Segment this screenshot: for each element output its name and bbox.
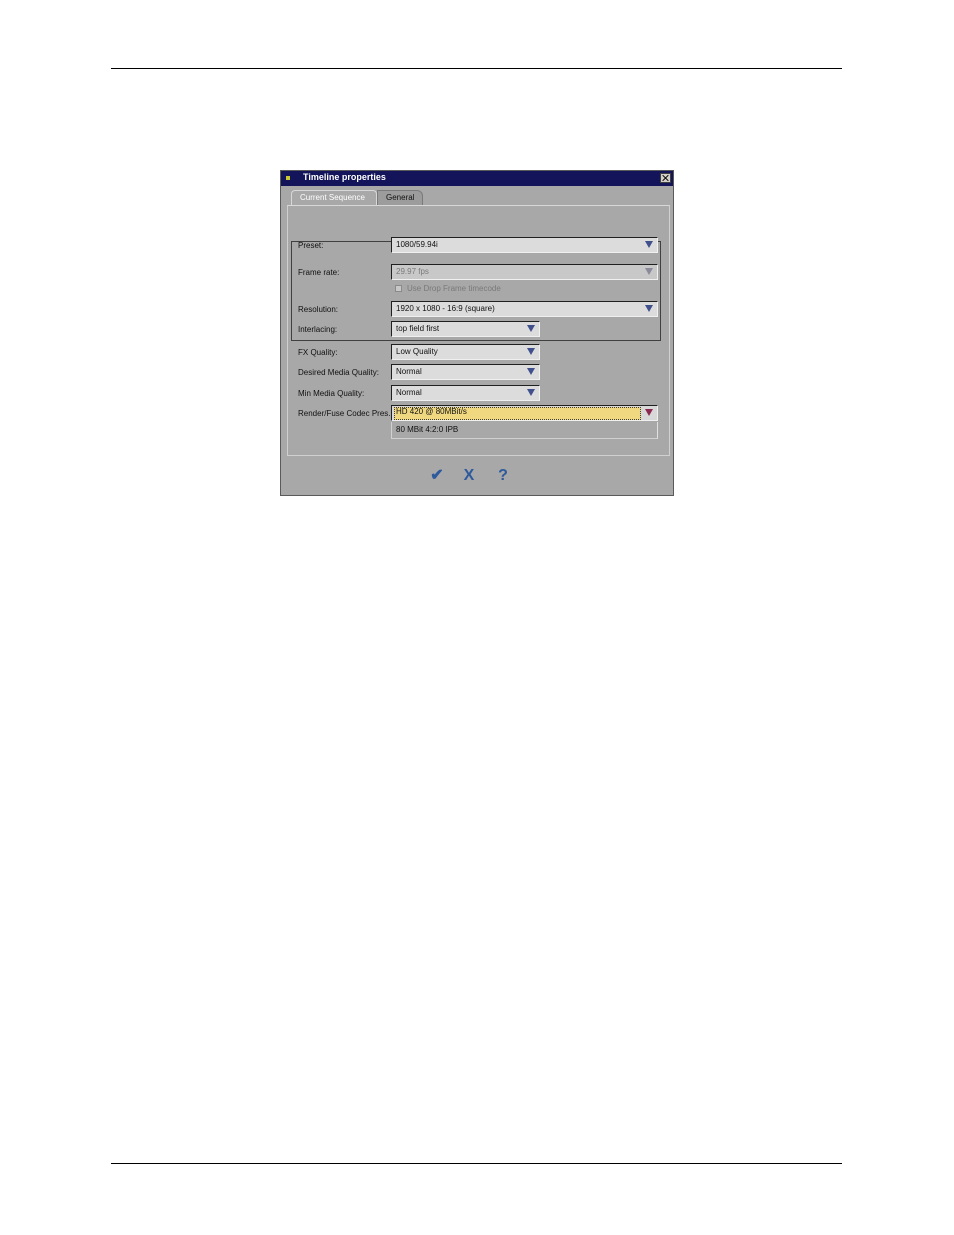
dropdown-arrow-icon <box>645 268 653 275</box>
title-bar[interactable]: Timeline properties <box>281 171 673 186</box>
preset-value: 1080/59.94i <box>396 240 438 249</box>
desired-media-quality-label: Desired Media Quality: <box>298 368 379 377</box>
desired-media-quality-dropdown[interactable]: Normal <box>391 364 540 380</box>
dropdown-arrow-icon <box>645 241 653 248</box>
tab-current-sequence[interactable]: Current Sequence <box>291 190 377 205</box>
interlacing-dropdown[interactable]: top field first <box>391 321 540 337</box>
render-codec-label: Render/Fuse Codec Pres. <box>298 409 391 418</box>
preset-label: Preset: <box>298 241 324 250</box>
interlacing-label: Interlacing: <box>298 325 338 334</box>
interlacing-value: top field first <box>396 324 440 333</box>
dropdown-arrow-icon <box>527 389 535 396</box>
page-header-rule <box>111 68 842 69</box>
min-media-quality-dropdown[interactable]: Normal <box>391 385 540 401</box>
dropdown-arrow-icon <box>527 348 535 355</box>
drop-frame-checkbox <box>395 285 402 292</box>
cancel-button[interactable]: X <box>461 467 477 485</box>
render-codec-value: HD 420 @ 80MBit/s <box>396 407 467 416</box>
close-icon[interactable] <box>660 173 671 183</box>
fx-quality-value: Low Quality <box>396 347 438 356</box>
dropdown-arrow-icon <box>645 305 653 312</box>
frame-rate-value: 29.97 fps <box>396 267 429 276</box>
render-codec-dropdown[interactable]: HD 420 @ 80MBit/s <box>391 405 658 421</box>
ok-button[interactable]: ✔ <box>429 467 445 485</box>
timeline-properties-dialog: Timeline properties Current Sequence Gen… <box>280 170 674 496</box>
fx-quality-label: FX Quality: <box>298 348 338 357</box>
preset-dropdown[interactable]: 1080/59.94i <box>391 237 658 253</box>
drop-frame-label: Use Drop Frame timecode <box>407 284 501 293</box>
help-button[interactable]: ? <box>495 467 511 485</box>
frame-rate-label: Frame rate: <box>298 268 340 277</box>
resolution-label: Resolution: <box>298 305 339 314</box>
tab-general[interactable]: General <box>377 190 423 205</box>
min-media-quality-label: Min Media Quality: <box>298 389 365 398</box>
resolution-dropdown[interactable]: 1920 x 1080 - 16:9 (square) <box>391 301 658 317</box>
dropdown-arrow-icon <box>527 368 535 375</box>
dropdown-arrow-icon <box>527 325 535 332</box>
dropdown-arrow-icon <box>645 409 653 416</box>
desired-media-quality-value: Normal <box>396 367 422 376</box>
frame-rate-dropdown: 29.97 fps <box>391 264 658 280</box>
codec-info-box: 80 MBit 4:2:0 IPB <box>391 422 658 439</box>
resolution-value: 1920 x 1080 - 16:9 (square) <box>396 304 495 313</box>
page-footer-rule <box>111 1163 842 1164</box>
codec-info-text: 80 MBit 4:2:0 IPB <box>396 425 459 434</box>
dialog-title: Timeline properties <box>303 172 386 182</box>
fx-quality-dropdown[interactable]: Low Quality <box>391 344 540 360</box>
app-icon <box>286 176 290 180</box>
min-media-quality-value: Normal <box>396 388 422 397</box>
